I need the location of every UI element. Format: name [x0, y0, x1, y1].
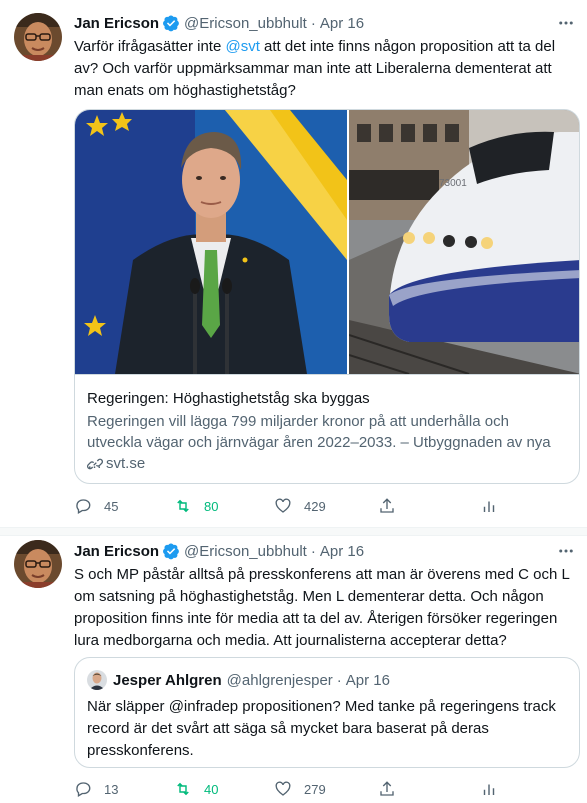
- reply-icon: [76, 499, 91, 514]
- avatar[interactable]: [14, 540, 62, 588]
- quote-date: Apr 16: [345, 671, 390, 689]
- like-count: 429: [304, 498, 326, 514]
- separator-dot: ·: [336, 671, 342, 689]
- retweet-count: 40: [204, 781, 219, 797]
- analytics-icon: [483, 784, 495, 795]
- link-card[interactable]: 73001 Regeringen: Höghastighetståg ska b…: [74, 109, 580, 484]
- verified-badge-icon: [163, 543, 179, 560]
- quote-header: Jesper Ahlgren @ahlgrenjesper · Apr 16: [113, 670, 390, 690]
- tweet-actions: 45 80 429: [74, 495, 504, 517]
- card-description: Regeringen vill lägga 799 miljarder kron…: [87, 413, 551, 472]
- author-name[interactable]: Jan Ericson: [74, 15, 159, 32]
- card-image-train: 73001: [349, 110, 579, 374]
- tweet-date[interactable]: Apr 16: [320, 15, 364, 32]
- share-icon: [380, 498, 394, 513]
- reply-button[interactable]: 45: [74, 495, 118, 517]
- reply-button[interactable]: 13: [74, 778, 118, 800]
- heart-icon: [275, 781, 291, 796]
- card-title: Regeringen: Höghastighetståg ska byggas: [87, 390, 370, 407]
- tweet-date[interactable]: Apr 16: [320, 543, 364, 560]
- tweet-header: Jan Ericson @Ericson_ubbhult · Apr 16: [74, 541, 364, 561]
- tweet-header: Jan Ericson @Ericson_ubbhult · Apr 16: [74, 13, 364, 33]
- more-options-icon[interactable]: [555, 13, 577, 33]
- quoted-tweet[interactable]: Jesper Ahlgren @ahlgrenjesper · Apr 16 N…: [74, 657, 580, 768]
- quote-text: När släpper @infradep propositionen? Med…: [87, 698, 556, 759]
- heart-icon: [275, 498, 291, 513]
- share-button[interactable]: [378, 778, 396, 800]
- retweet-button[interactable]: 80: [174, 495, 218, 517]
- tweet[interactable]: Jan Ericson @Ericson_ubbhult · Apr 16 S …: [0, 536, 587, 803]
- like-count: 279: [304, 781, 326, 797]
- mention-link[interactable]: @svt: [225, 38, 259, 55]
- verified-badge-icon: [163, 15, 179, 32]
- share-icon: [380, 781, 394, 796]
- tweet-actions: 13 40 279: [74, 778, 504, 800]
- retweet-count: 80: [204, 498, 219, 514]
- card-image-politician: [75, 110, 347, 374]
- retweet-button[interactable]: 40: [174, 778, 218, 800]
- separator-dot: ·: [310, 542, 316, 560]
- author-handle[interactable]: @Ericson_ubbhult: [184, 543, 307, 560]
- link-icon: [87, 458, 103, 469]
- reply-count: 45: [104, 498, 119, 514]
- card-domain: svt.se: [87, 455, 145, 472]
- retweet-icon: [177, 499, 189, 513]
- author-name[interactable]: Jan Ericson: [74, 543, 159, 560]
- quote-avatar[interactable]: [87, 670, 107, 690]
- quote-author-name: Jesper Ahlgren: [113, 671, 222, 689]
- retweet-icon: [177, 782, 189, 796]
- quote-author-handle: @ahlgrenjesper: [226, 671, 333, 689]
- analytics-icon: [483, 501, 495, 512]
- tweet-divider: [0, 527, 587, 536]
- card-body: Regeringen: Höghastighetståg ska byggas …: [75, 374, 579, 483]
- tweet-text: Varför ifrågasätter inte @svt att det in…: [74, 36, 574, 102]
- separator-dot: ·: [310, 14, 316, 32]
- author-handle[interactable]: @Ericson_ubbhult: [184, 15, 307, 32]
- analytics-button[interactable]: [480, 495, 498, 517]
- avatar[interactable]: [14, 13, 62, 61]
- like-button[interactable]: 279: [274, 778, 326, 800]
- tweet[interactable]: Jan Ericson @Ericson_ubbhult · Apr 16 Va…: [0, 0, 587, 527]
- more-options-icon[interactable]: [555, 541, 577, 561]
- analytics-button[interactable]: [480, 778, 498, 800]
- card-domain-text: svt.se: [106, 455, 146, 472]
- share-button[interactable]: [378, 495, 396, 517]
- train-number: 73001: [439, 178, 467, 189]
- reply-icon: [76, 782, 91, 797]
- tweet-text: S och MP påstår alltså på presskonferens…: [74, 566, 570, 649]
- like-button[interactable]: 429: [274, 495, 326, 517]
- tweet-text-part: Varför ifrågasätter inte: [74, 38, 226, 55]
- reply-count: 13: [104, 781, 119, 797]
